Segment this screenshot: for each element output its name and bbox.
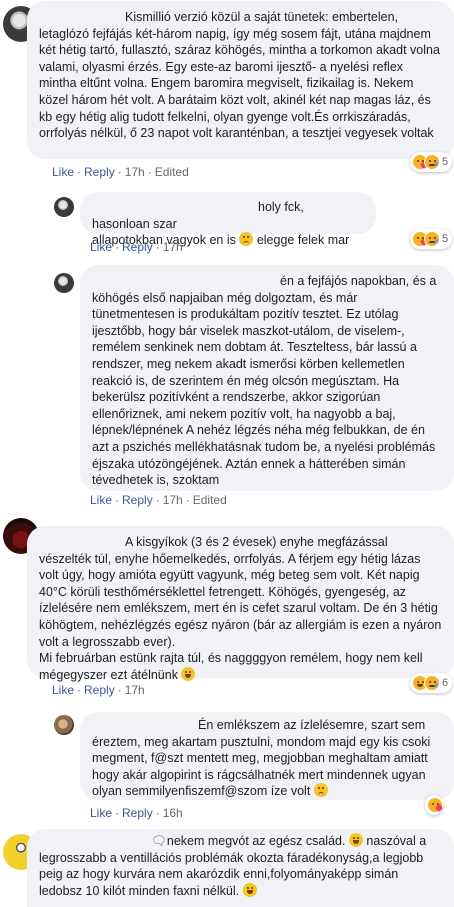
timestamp[interactable]: 17h [163, 240, 183, 254]
sad-reaction-icon [424, 154, 440, 170]
grinning-face-emoji-icon [242, 882, 257, 897]
comment-bubble: én a fejfájós napokban, és a köhögés els… [80, 265, 454, 491]
reaction-summary[interactable]: 6 [410, 673, 453, 693]
like-button[interactable]: Like [90, 806, 112, 820]
like-button[interactable]: Like [52, 683, 74, 697]
reaction-count: 5 [442, 233, 449, 245]
comment-bubble: holy fck, hasonloan szar allapotokban va… [80, 192, 376, 247]
comment-text: elegge felek mar [256, 233, 350, 248]
reply-button[interactable]: Reply [122, 493, 153, 507]
comment-text: Én emlékszem az ízlelésemre, szart sem é… [92, 718, 431, 799]
sad-reaction-icon [424, 675, 440, 691]
comment-text: A kisgyíkok (3 és 2 évesek) enyhe megfáz… [39, 535, 442, 649]
worried-face-emoji-icon [313, 783, 328, 798]
timestamp[interactable]: 17h [125, 683, 145, 697]
avatar[interactable] [54, 715, 74, 735]
comment-actions: Like · Reply · 17h [52, 683, 145, 697]
avatar[interactable] [54, 273, 74, 293]
reaction-count: 6 [442, 677, 449, 689]
comment-text: nekem megvót az egész család. [166, 834, 346, 848]
comment-text: holy fck, hasonloan szar [92, 200, 304, 231]
speech-balloon-icon: 🗨 [151, 834, 167, 848]
reaction-summary[interactable] [425, 795, 444, 815]
like-button[interactable]: Like [90, 240, 112, 254]
timestamp[interactable]: 17h [125, 165, 145, 179]
grinning-face-emoji-icon [348, 833, 363, 847]
reaction-summary[interactable]: 5 [410, 229, 453, 249]
reaction-count: 5 [442, 156, 449, 168]
reply-button[interactable]: Reply [84, 165, 115, 179]
edited-label[interactable]: Edited [155, 165, 189, 179]
edited-label[interactable]: Edited [193, 493, 227, 507]
comment-text: Mi februárban estünk rajta túl, és naggg… [39, 651, 423, 682]
avatar[interactable] [54, 197, 74, 217]
reply-button[interactable]: Reply [84, 683, 115, 697]
comment-actions: Like · Reply · 16h [90, 806, 183, 820]
comment-bubble: Kismillió verzió közül a saját tünetek: … [27, 1, 454, 159]
comment-bubble: Én emlékszem az ízlelésemre, szart sem é… [80, 712, 454, 800]
care-reaction-icon [427, 797, 444, 813]
timestamp[interactable]: 17h [163, 493, 183, 507]
reply-button[interactable]: Reply [122, 240, 153, 254]
like-button[interactable]: Like [52, 165, 74, 179]
comment-bubble: 🗨nekem megvót az egész család. naszóval … [27, 829, 454, 907]
comment-actions: Like · Reply · 17h [90, 240, 183, 254]
reply-button[interactable]: Reply [122, 806, 153, 820]
laughing-face-emoji-icon [181, 666, 196, 681]
comment-actions: Like · Reply · 17h · Edited [90, 493, 227, 507]
reaction-summary[interactable]: 5 [410, 152, 453, 172]
sad-reaction-icon [424, 231, 440, 247]
like-button[interactable]: Like [90, 493, 112, 507]
timestamp[interactable]: 16h [163, 806, 183, 820]
sad-face-emoji-icon [239, 232, 254, 247]
comment-bubble: A kisgyíkok (3 és 2 évesek) enyhe megfáz… [27, 526, 454, 682]
comment-text: Kismillió verzió közül a saját tünetek: … [39, 10, 440, 141]
comment-actions: Like · Reply · 17h · Edited [52, 165, 189, 179]
comment-text: én a fejfájós napokban, és a köhögés els… [92, 274, 437, 488]
